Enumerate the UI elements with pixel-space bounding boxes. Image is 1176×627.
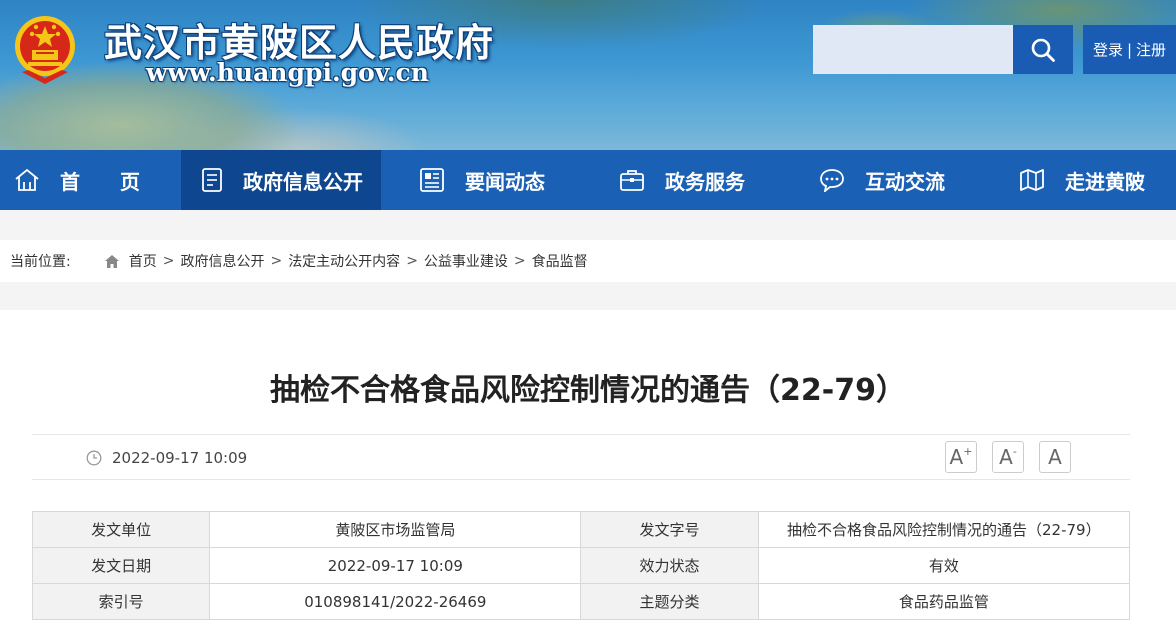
font-increase-label: A [949,445,964,469]
map-icon [1020,169,1044,191]
chat-icon [820,169,844,192]
table-key: 发文日期 [31,547,211,584]
table-value: 食品药品监管 [757,583,1131,620]
main-nav: 首 页 政府信息公开 要闻动态 政务服务 互动交流 走进黄陂 [0,150,1176,210]
table-value: 2022-09-17 10:09 [209,547,582,584]
table-key: 索引号 [31,583,211,620]
home-icon [104,254,119,268]
briefcase-icon [620,170,644,191]
login-register-box: 登录 | 注册 [1083,25,1176,74]
nav-item-services[interactable]: 政务服务 [581,150,781,210]
table-key: 效力状态 [580,547,759,584]
nav-item-interaction[interactable]: 互动交流 [781,150,981,210]
search-button[interactable] [1013,25,1073,74]
font-minus-sign: - [1012,444,1017,458]
table-key: 发文单位 [31,511,211,548]
clock-icon [86,450,102,466]
nav-label-news: 要闻动态 [465,169,545,194]
nav-item-gov-info[interactable]: 政府信息公开 [181,150,381,210]
article-title: 抽检不合格食品风险控制情况的通告（22-79） [270,373,906,408]
header-banner: 武汉市黄陂区人民政府 www.huangpi.gov.cn 登录 | 注册 [0,0,1176,150]
table-key: 主题分类 [580,583,759,620]
breadcrumb: 当前位置: 首页 > 政府信息公开 > 法定主动公开内容 > 公益事业建设 > … [0,240,1176,282]
table-key: 发文字号 [580,511,759,548]
breadcrumb-gov-info[interactable]: 政府信息公开 [180,251,264,271]
font-reset-button[interactable]: A [1039,441,1071,473]
breadcrumb-home[interactable]: 首页 [129,251,157,271]
nav-item-home[interactable]: 首 页 [0,150,181,210]
login-separator: | [1126,40,1133,59]
breadcrumb-food-supervision[interactable]: 食品监督 [532,251,588,271]
font-increase-button[interactable]: A + [945,441,977,473]
table-row: 发文单位 黄陂区市场监管局 发文字号 抽检不合格食品风险控制情况的通告（22-7… [31,511,1131,548]
breadcrumb-label: 当前位置: [10,254,71,270]
login-link[interactable]: 登录 [1093,39,1123,60]
nav-label-interaction: 互动交流 [865,169,945,194]
table-row: 索引号 010898141/2022-26469 主题分类 食品药品监管 [31,583,1131,620]
nav-label-services: 政务服务 [665,169,745,194]
nav-item-about[interactable]: 走进黄陂 [981,150,1176,210]
search-icon [1031,38,1055,62]
news-icon [420,168,444,192]
national-emblem-icon [15,16,75,84]
font-decrease-button[interactable]: A- [992,441,1024,473]
breadcrumb-public-welfare[interactable]: 公益事业建设 [424,251,508,271]
breadcrumb-separator: > [162,253,175,269]
table-value: 抽检不合格食品风险控制情况的通告（22-79） [757,511,1131,548]
nav-item-news[interactable]: 要闻动态 [381,150,581,210]
table-value: 黄陂区市场监管局 [209,511,582,548]
breadcrumb-separator: > [270,253,283,269]
table-row: 发文日期 2022-09-17 10:09 效力状态 有效 [31,547,1131,584]
breadcrumb-separator: > [513,253,526,269]
table-value: 有效 [757,547,1131,584]
document-info-table: 发文单位 黄陂区市场监管局 发文字号 抽检不合格食品风险控制情况的通告（22-7… [31,511,1131,620]
search-input[interactable] [813,25,1013,74]
font-reset-label: A [1048,445,1062,469]
home-icon [15,168,39,191]
font-decrease-label: A [999,445,1013,469]
breadcrumb-separator: > [406,253,418,269]
article-meta: 2022-09-17 10:09 A + A- A [32,434,1130,480]
nav-label-about: 走进黄陂 [1065,169,1145,194]
nav-label-gov-info: 政府信息公开 [243,169,363,194]
register-link[interactable]: 注册 [1136,39,1166,60]
breadcrumb-statutory[interactable]: 法定主动公开内容 [288,251,400,271]
font-plus-sign: + [963,444,973,458]
table-value: 010898141/2022-26469 [209,583,582,620]
document-icon [202,168,222,192]
publish-date: 2022-09-17 10:09 [112,449,248,467]
site-url: www.huangpi.gov.cn [146,58,429,87]
nav-label-home: 首 页 [60,169,140,194]
